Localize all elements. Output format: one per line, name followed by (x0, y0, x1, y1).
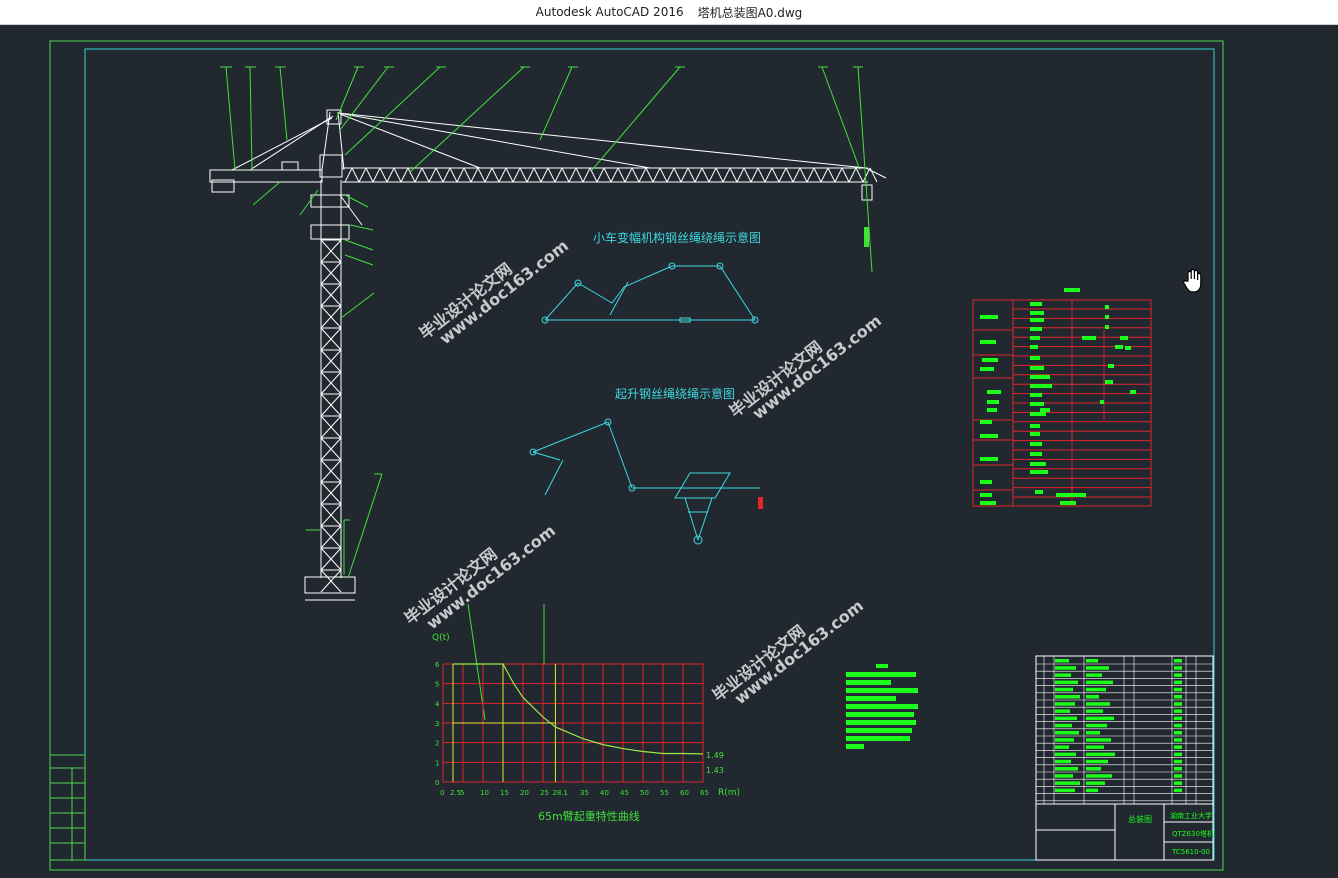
chart-ylabel: Q(t) (432, 633, 450, 643)
chart-xtick: 20 (520, 789, 529, 797)
left-revision-table (49, 754, 86, 861)
chart-ytick: 4 (435, 700, 440, 708)
chart-annot-1: 1.49 (706, 751, 724, 760)
app-title: Autodesk AutoCAD 2016 (535, 5, 684, 19)
chart-annot-2: 1.43 (706, 766, 724, 775)
chart-xtick: 45 (620, 789, 629, 797)
trolley-rope-title: 小车变幅机构钢丝绳绕绳示意图 (593, 230, 761, 245)
tb-product: QTZ630塔机 (1172, 829, 1214, 838)
pan-hand-icon (1183, 268, 1202, 293)
watermarks: 毕业设计论文网 www.doc163.com 毕业设计论文网 www.doc16… (401, 236, 885, 708)
chart-xtick: 15 (500, 789, 509, 797)
chart-xtick: 50 (640, 789, 649, 797)
tb-school: 湖南工业大学 (1170, 811, 1212, 820)
drawing-canvas[interactable]: 小车变幅机构钢丝绳绕绳示意图 起升钢丝绳绕绳示意图 毕业设计论文网 www.do… (0, 24, 1338, 878)
hoist-rope-diagram (529, 418, 760, 545)
hook-marker (864, 227, 869, 247)
chart-ytick: 3 (435, 720, 439, 728)
rope-anchor (758, 497, 763, 509)
tb-code: TC5610-00 (1171, 848, 1210, 856)
inner-frame (84, 48, 1215, 861)
svg-text:www.doc163.com: www.doc163.com (749, 311, 885, 423)
chart-tick-labels: 01234560 2.55 10 15 20 25 28.1 35 40 45 50 55 60 65 (435, 661, 709, 797)
tb-name: 总装图 (1128, 814, 1152, 824)
chart-grid (442, 663, 704, 783)
chart-xtick: 35 (580, 789, 589, 797)
chart-xtick: 0 (440, 789, 444, 797)
chart-xtick: 40 (600, 789, 609, 797)
chart-xtick: 25 (540, 789, 549, 797)
chart-xtick: 60 (680, 789, 689, 797)
chart-ytick: 6 (435, 661, 440, 669)
chart-leader-a (467, 603, 486, 721)
chart-xtick: 5 (460, 789, 464, 797)
chart-ytick: 1 (435, 759, 439, 767)
chart-title: 65m臂起重特性曲线 (538, 809, 640, 823)
trolley-rope-diagram (541, 262, 759, 324)
chart-ytick: 5 (435, 681, 439, 689)
chart-series-line (453, 663, 704, 755)
chart-xtick: 28.1 (552, 789, 568, 797)
chart-xunit: R(m) (718, 788, 740, 798)
chart-xtick: 55 (660, 789, 669, 797)
file-name: 塔机总装图A0.dwg (697, 5, 803, 20)
parameter-table (972, 288, 1152, 507)
title-block: 总装图 湖南工业大学 QTZ630塔机 TC5610-00 (1035, 655, 1214, 861)
load-chart: 01234560 2.55 10 15 20 25 28.1 35 40 45 50 55 60 65 Q… (432, 603, 740, 823)
svg-text:www.doc163.com: www.doc163.com (436, 236, 572, 348)
chart-ytick: 2 (435, 740, 439, 748)
hoist-rope-title: 起升钢丝绳绕绳示意图 (615, 386, 735, 401)
window-titlebar: Autodesk AutoCAD 2016 塔机总装图A0.dwg (0, 0, 1338, 25)
chart-ytick: 0 (435, 779, 439, 787)
chart-xtick: 10 (480, 789, 489, 797)
chart-xtick: 65 (700, 789, 709, 797)
svg-text:www.doc163.com: www.doc163.com (423, 521, 559, 633)
technical-notes (846, 664, 918, 749)
